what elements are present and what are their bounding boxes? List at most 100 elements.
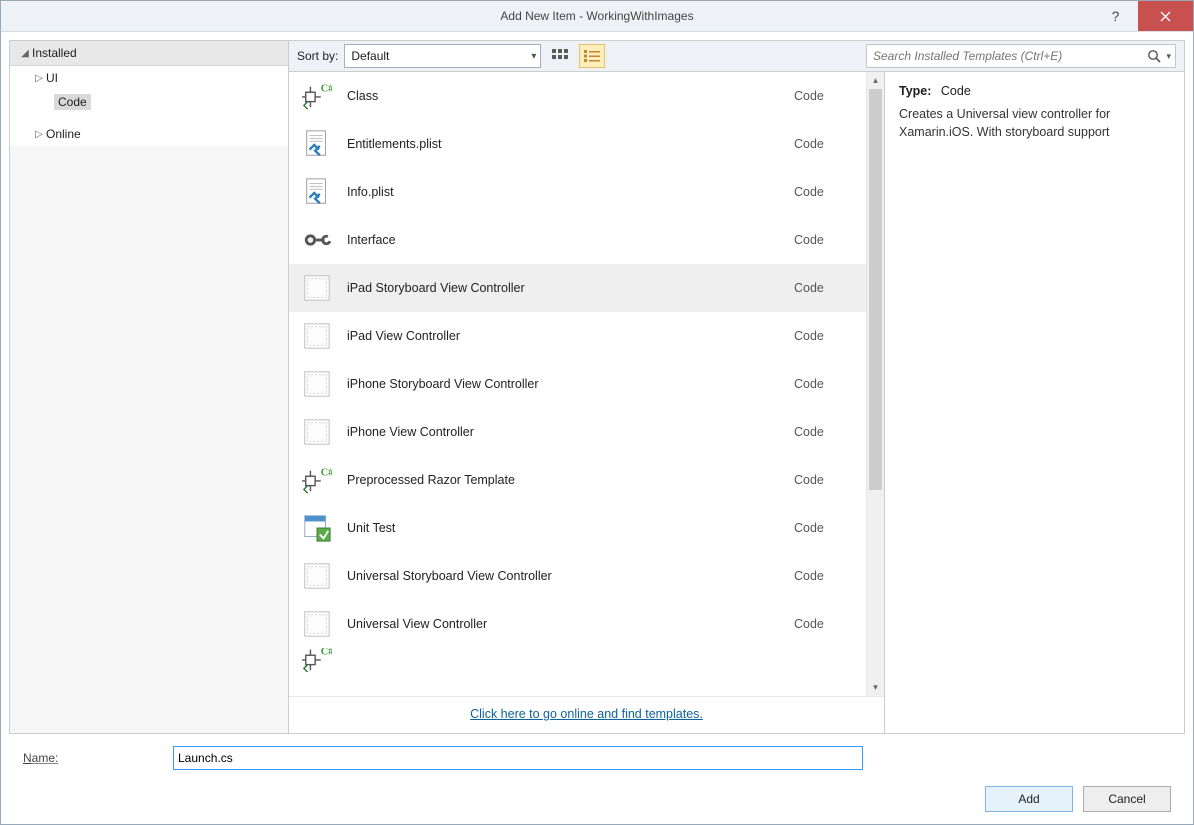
online-templates-link-row: Click here to go online and find templat… (289, 696, 884, 733)
interface-icon (301, 224, 333, 256)
view-small-icons-button[interactable] (579, 44, 605, 68)
template-item-category: Code (794, 473, 854, 487)
help-button[interactable]: ? (1093, 1, 1138, 31)
details-panel: Type: Code Creates a Universal view cont… (884, 72, 1184, 733)
sidebar-label: Installed (32, 46, 77, 60)
button-bar: Add Cancel (9, 780, 1185, 816)
grid-icon (552, 49, 568, 63)
template-item-category: Code (794, 233, 854, 247)
template-item-name: Entitlements.plist (347, 137, 780, 151)
template-item-category: Code (794, 425, 854, 439)
template-item[interactable] (289, 648, 866, 672)
template-item-name: Unit Test (347, 521, 780, 535)
dialog-window: Add New Item - WorkingWithImages ? ◢ Ins… (0, 0, 1194, 825)
search-input[interactable] (871, 48, 1144, 64)
template-item[interactable]: Info.plist Code (289, 168, 866, 216)
template-item-category: Code (794, 329, 854, 343)
template-item-category: Code (794, 617, 854, 631)
view-medium-icons-button[interactable] (547, 44, 573, 68)
category-sidebar: ◢ Installed ▷ UI Code ▷ Online (9, 40, 289, 734)
sidebar-item-code[interactable]: Code (10, 90, 288, 114)
template-list: ClassCodeEntitlements.plistCodeInfo.plis… (289, 72, 866, 696)
template-item[interactable]: iPad Storyboard View ControllerCode (289, 264, 866, 312)
scrollbar-track[interactable] (867, 89, 884, 679)
template-item-category: Code (794, 377, 854, 391)
sort-value: Default (351, 49, 389, 63)
template-item-name: iPhone View Controller (347, 425, 780, 439)
sort-label: Sort by: (297, 49, 338, 63)
template-item[interactable]: Universal Storyboard View Controller Code (289, 552, 866, 600)
view-icon (301, 560, 333, 592)
view-icon (301, 272, 333, 304)
sidebar-item-installed[interactable]: ◢ Installed (10, 41, 288, 66)
list-icon (584, 50, 600, 62)
cancel-button[interactable]: Cancel (1083, 786, 1171, 812)
center-toolbar: Sort by: Default ▾ (289, 41, 1184, 72)
template-item[interactable]: Class Code (289, 72, 866, 120)
chevron-down-icon: ◢ (18, 48, 32, 59)
chevron-right-icon: ▷ (32, 129, 46, 140)
template-item[interactable]: Unit Test Code (289, 504, 866, 552)
template-item-category: Code (794, 569, 854, 583)
template-item-name: Class (347, 89, 780, 103)
cancel-button-label: Cancel (1108, 792, 1145, 806)
template-item-category: Code (794, 89, 854, 103)
scrollbar-thumb[interactable] (869, 89, 882, 490)
template-item-category: Code (794, 137, 854, 151)
chevron-right-icon: ▷ (32, 73, 46, 84)
template-item-name: Preprocessed Razor Template (347, 473, 780, 487)
details-type-label: Type: (899, 84, 931, 98)
class-icon (301, 648, 333, 672)
template-item[interactable]: Interface Code (289, 216, 866, 264)
view-icon (301, 320, 333, 352)
details-description: Creates a Universal view controller for … (899, 106, 1170, 141)
plist-icon (301, 176, 333, 208)
titlebar: Add New Item - WorkingWithImages ? (1, 1, 1193, 32)
view-icon (301, 608, 333, 640)
class-icon (301, 80, 333, 112)
close-icon (1160, 11, 1171, 22)
scroll-down-button[interactable]: ▾ (867, 679, 884, 696)
window-title: Add New Item - WorkingWithImages (500, 9, 693, 23)
template-item-name: Universal View Controller (347, 617, 780, 631)
scroll-up-button[interactable]: ▴ (867, 72, 884, 89)
name-input[interactable] (173, 746, 863, 770)
add-button-label: Add (1018, 792, 1039, 806)
online-templates-link[interactable]: Click here to go online and find templat… (470, 707, 703, 721)
search-icon[interactable] (1144, 49, 1164, 63)
sort-dropdown[interactable]: Default ▾ (344, 44, 541, 68)
template-item[interactable]: iPad View Controller Code (289, 312, 866, 360)
template-item-name: Interface (347, 233, 780, 247)
plist-icon (301, 128, 333, 160)
add-button[interactable]: Add (985, 786, 1073, 812)
view-icon (301, 368, 333, 400)
template-item[interactable]: Entitlements.plist Code (289, 120, 866, 168)
sidebar-label: Online (46, 127, 81, 141)
scrollbar[interactable]: ▴ ▾ (866, 72, 884, 696)
template-item[interactable]: iPhone View Controller Code (289, 408, 866, 456)
close-button[interactable] (1138, 1, 1193, 31)
sidebar-item-online[interactable]: ▷ Online (10, 122, 288, 146)
details-type-value: Code (941, 84, 971, 98)
view-icon (301, 416, 333, 448)
name-row: Name: (9, 742, 1185, 772)
template-item-category: Code (794, 281, 854, 295)
template-item-category: Code (794, 521, 854, 535)
sidebar-label: UI (46, 71, 58, 85)
template-item-name: iPad View Controller (347, 329, 780, 343)
center-panel: Sort by: Default ▾ (289, 40, 1185, 734)
class-icon (301, 464, 333, 496)
template-item[interactable]: Universal View Controller Code (289, 600, 866, 648)
template-item[interactable]: iPhone Storyboard View ControllerCode (289, 360, 866, 408)
template-item-name: Universal Storyboard View Controller (347, 569, 780, 583)
name-label: Name: (23, 751, 173, 765)
template-item[interactable]: Preprocessed Razor Template Code (289, 456, 866, 504)
template-item-name: Info.plist (347, 185, 780, 199)
sidebar-item-ui[interactable]: ▷ UI (10, 66, 288, 90)
search-dropdown-icon[interactable]: ▾ (1164, 51, 1171, 62)
search-box[interactable]: ▾ (866, 44, 1176, 68)
template-item-category: Code (794, 185, 854, 199)
sidebar-label: Code (54, 94, 91, 110)
unittest-icon (301, 512, 333, 544)
chevron-down-icon: ▾ (531, 51, 536, 62)
